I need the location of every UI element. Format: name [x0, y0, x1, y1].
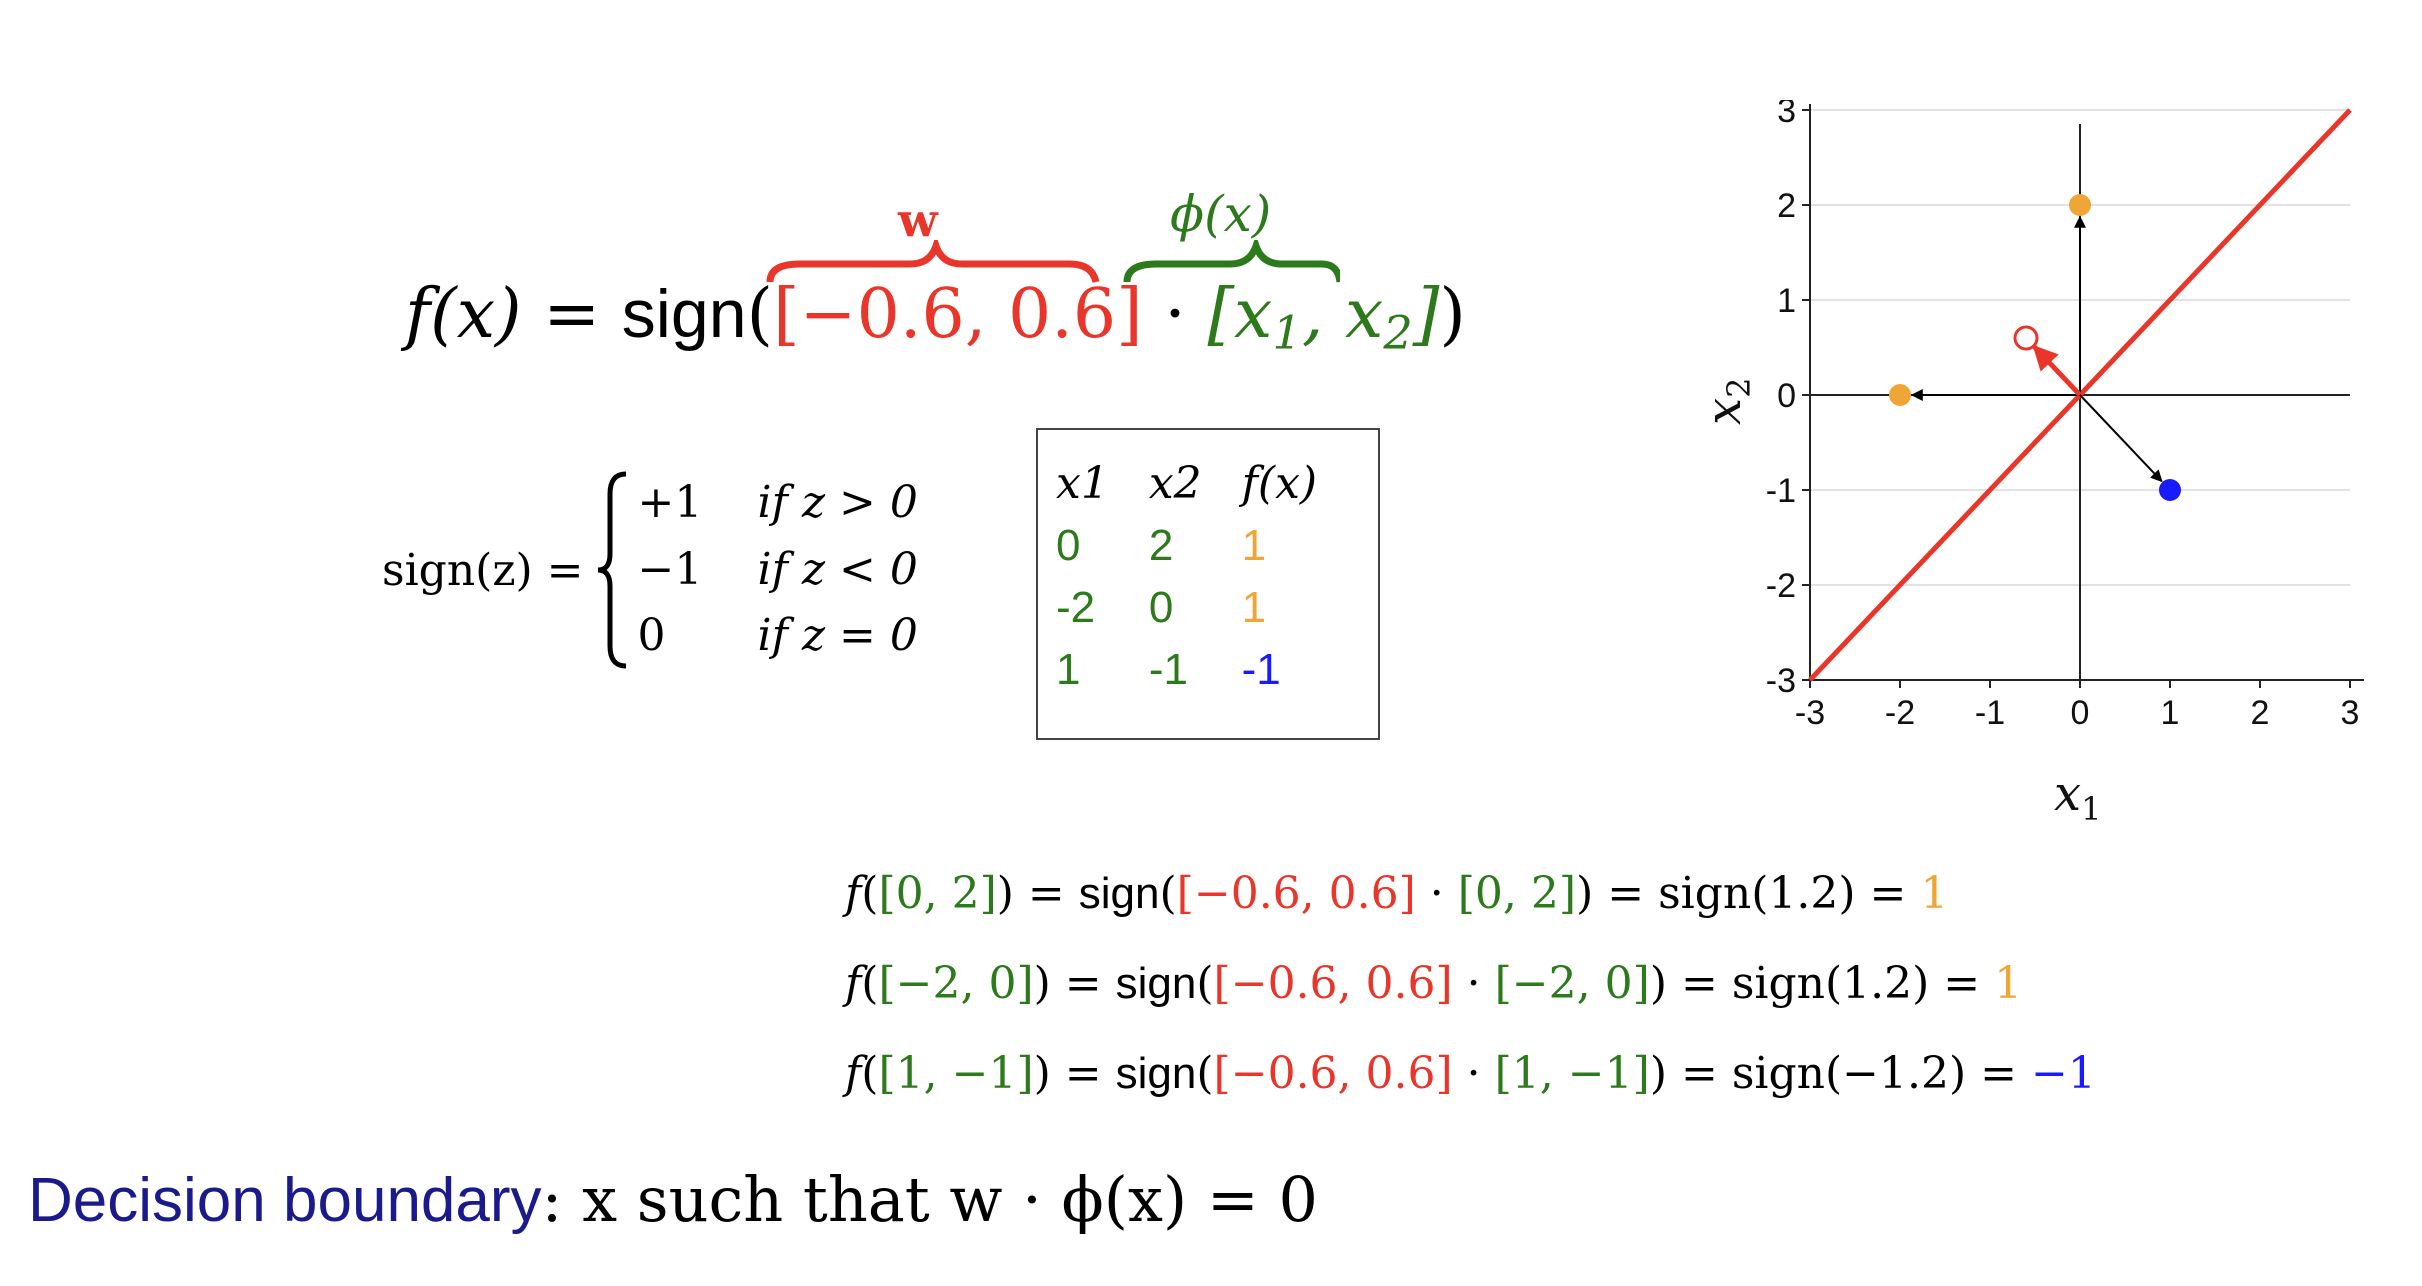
- y-tick-label: -2: [1766, 567, 1796, 605]
- y-tick-label: 0: [1777, 377, 1796, 415]
- weight-vector-arrow: [2032, 344, 2082, 397]
- x-tick-label: -1: [1975, 694, 2005, 732]
- sign-cases: +1 if z > 0 −1 if z < 0 0 if z = 0: [638, 477, 918, 663]
- weight-vector: [−0.6, 0.6]: [773, 275, 1143, 354]
- formula-sign: sign: [621, 276, 747, 352]
- y-tick-label: 2: [1777, 187, 1796, 225]
- main-formula: f(x) = sign([−0.6, 0.6] · [x1, x2]): [405, 275, 1466, 360]
- table-row: 0 2 1: [1056, 521, 1357, 583]
- x-tick-label: 2: [2251, 694, 2270, 732]
- x-tick-label: -2: [1885, 694, 1915, 732]
- table-cell: 1: [1241, 521, 1267, 570]
- table-cell: 1: [1241, 583, 1267, 632]
- computation-3: f([1, −1]) = sign([−0.6, 0.6] · [1, −1])…: [845, 1048, 2096, 1099]
- decision-boundary-label: Decision boundary: [28, 1166, 542, 1235]
- x-tick-label: 1: [2161, 694, 2180, 732]
- data-point: [1889, 384, 1911, 406]
- table-cell: -1: [1241, 645, 1281, 694]
- y-axis-label: x2: [1696, 378, 1758, 425]
- feature-arrow: [2079, 394, 2163, 483]
- phi-label: ϕ(x): [1170, 185, 1272, 243]
- table-cell: -1: [1148, 645, 1188, 694]
- weight-vector-point: [2013, 325, 2039, 351]
- decision-boundary-text: Decision boundary: x such that w · ϕ(x) …: [28, 1163, 1318, 1236]
- x-axis-label: x1: [2054, 766, 2101, 820]
- sign-definition-lhs: sign(z) =: [382, 544, 584, 596]
- case-condition: if z = 0: [757, 610, 918, 662]
- x-tick-label: 0: [2071, 694, 2090, 732]
- case-value: 0: [637, 610, 666, 662]
- table-cell: -2: [1056, 583, 1096, 632]
- y-tick-label: 3: [1777, 100, 1796, 130]
- table-header: x2: [1148, 458, 1202, 509]
- decision-boundary-definition: : x such that w · ϕ(x) = 0: [541, 1163, 1318, 1236]
- data-table: x1 x2 f(x) 0 2 1 -2 0 1 1 -1 -1: [1036, 428, 1380, 740]
- y-tick-label: -3: [1766, 662, 1796, 700]
- formula-lhs: f(x) =: [405, 275, 622, 354]
- sign-definition: sign(z) = +1 if z > 0 −1 if z < 0 0 if z…: [382, 470, 918, 670]
- table-row: -2 0 1: [1056, 583, 1357, 645]
- case-condition: if z > 0: [757, 476, 918, 528]
- table-row: 1 -1 -1: [1056, 645, 1357, 707]
- computation-1: f([0, 2]) = sign([−0.6, 0.6] · [0, 2]) =…: [845, 868, 1949, 919]
- table-cell: 2: [1148, 521, 1174, 570]
- data-point: [2159, 479, 2181, 501]
- case-condition: if z < 0: [757, 543, 918, 595]
- data-point: [2069, 194, 2091, 216]
- table-header-row: x1 x2 f(x): [1056, 458, 1357, 521]
- table-cell: 1: [1056, 645, 1081, 694]
- y-tick-label: -1: [1766, 472, 1796, 510]
- table-cell: 0: [1056, 521, 1081, 570]
- case-value: −1: [637, 543, 703, 595]
- x-tick-label: 3: [2341, 694, 2360, 732]
- table-header: x1: [1056, 458, 1109, 509]
- table-cell: 0: [1148, 583, 1174, 632]
- y-tick-label: 1: [1777, 282, 1796, 320]
- dot-operator: ·: [1164, 275, 1186, 354]
- x-tick-label: -3: [1795, 694, 1825, 732]
- feature-vector: [x1, x2]: [1207, 275, 1440, 360]
- table-header: f(x): [1241, 458, 1318, 509]
- w-label: w: [898, 193, 938, 247]
- computation-2: f([−2, 0]) = sign([−0.6, 0.6] · [−2, 0])…: [845, 958, 2023, 1009]
- scatter-plot: -3 -2 -1 0 1 2 3 -3 -2 -1 0 1 2 3 x1 x2: [1696, 100, 2364, 820]
- cases-brace: [597, 471, 626, 669]
- case-value: +1: [637, 476, 703, 528]
